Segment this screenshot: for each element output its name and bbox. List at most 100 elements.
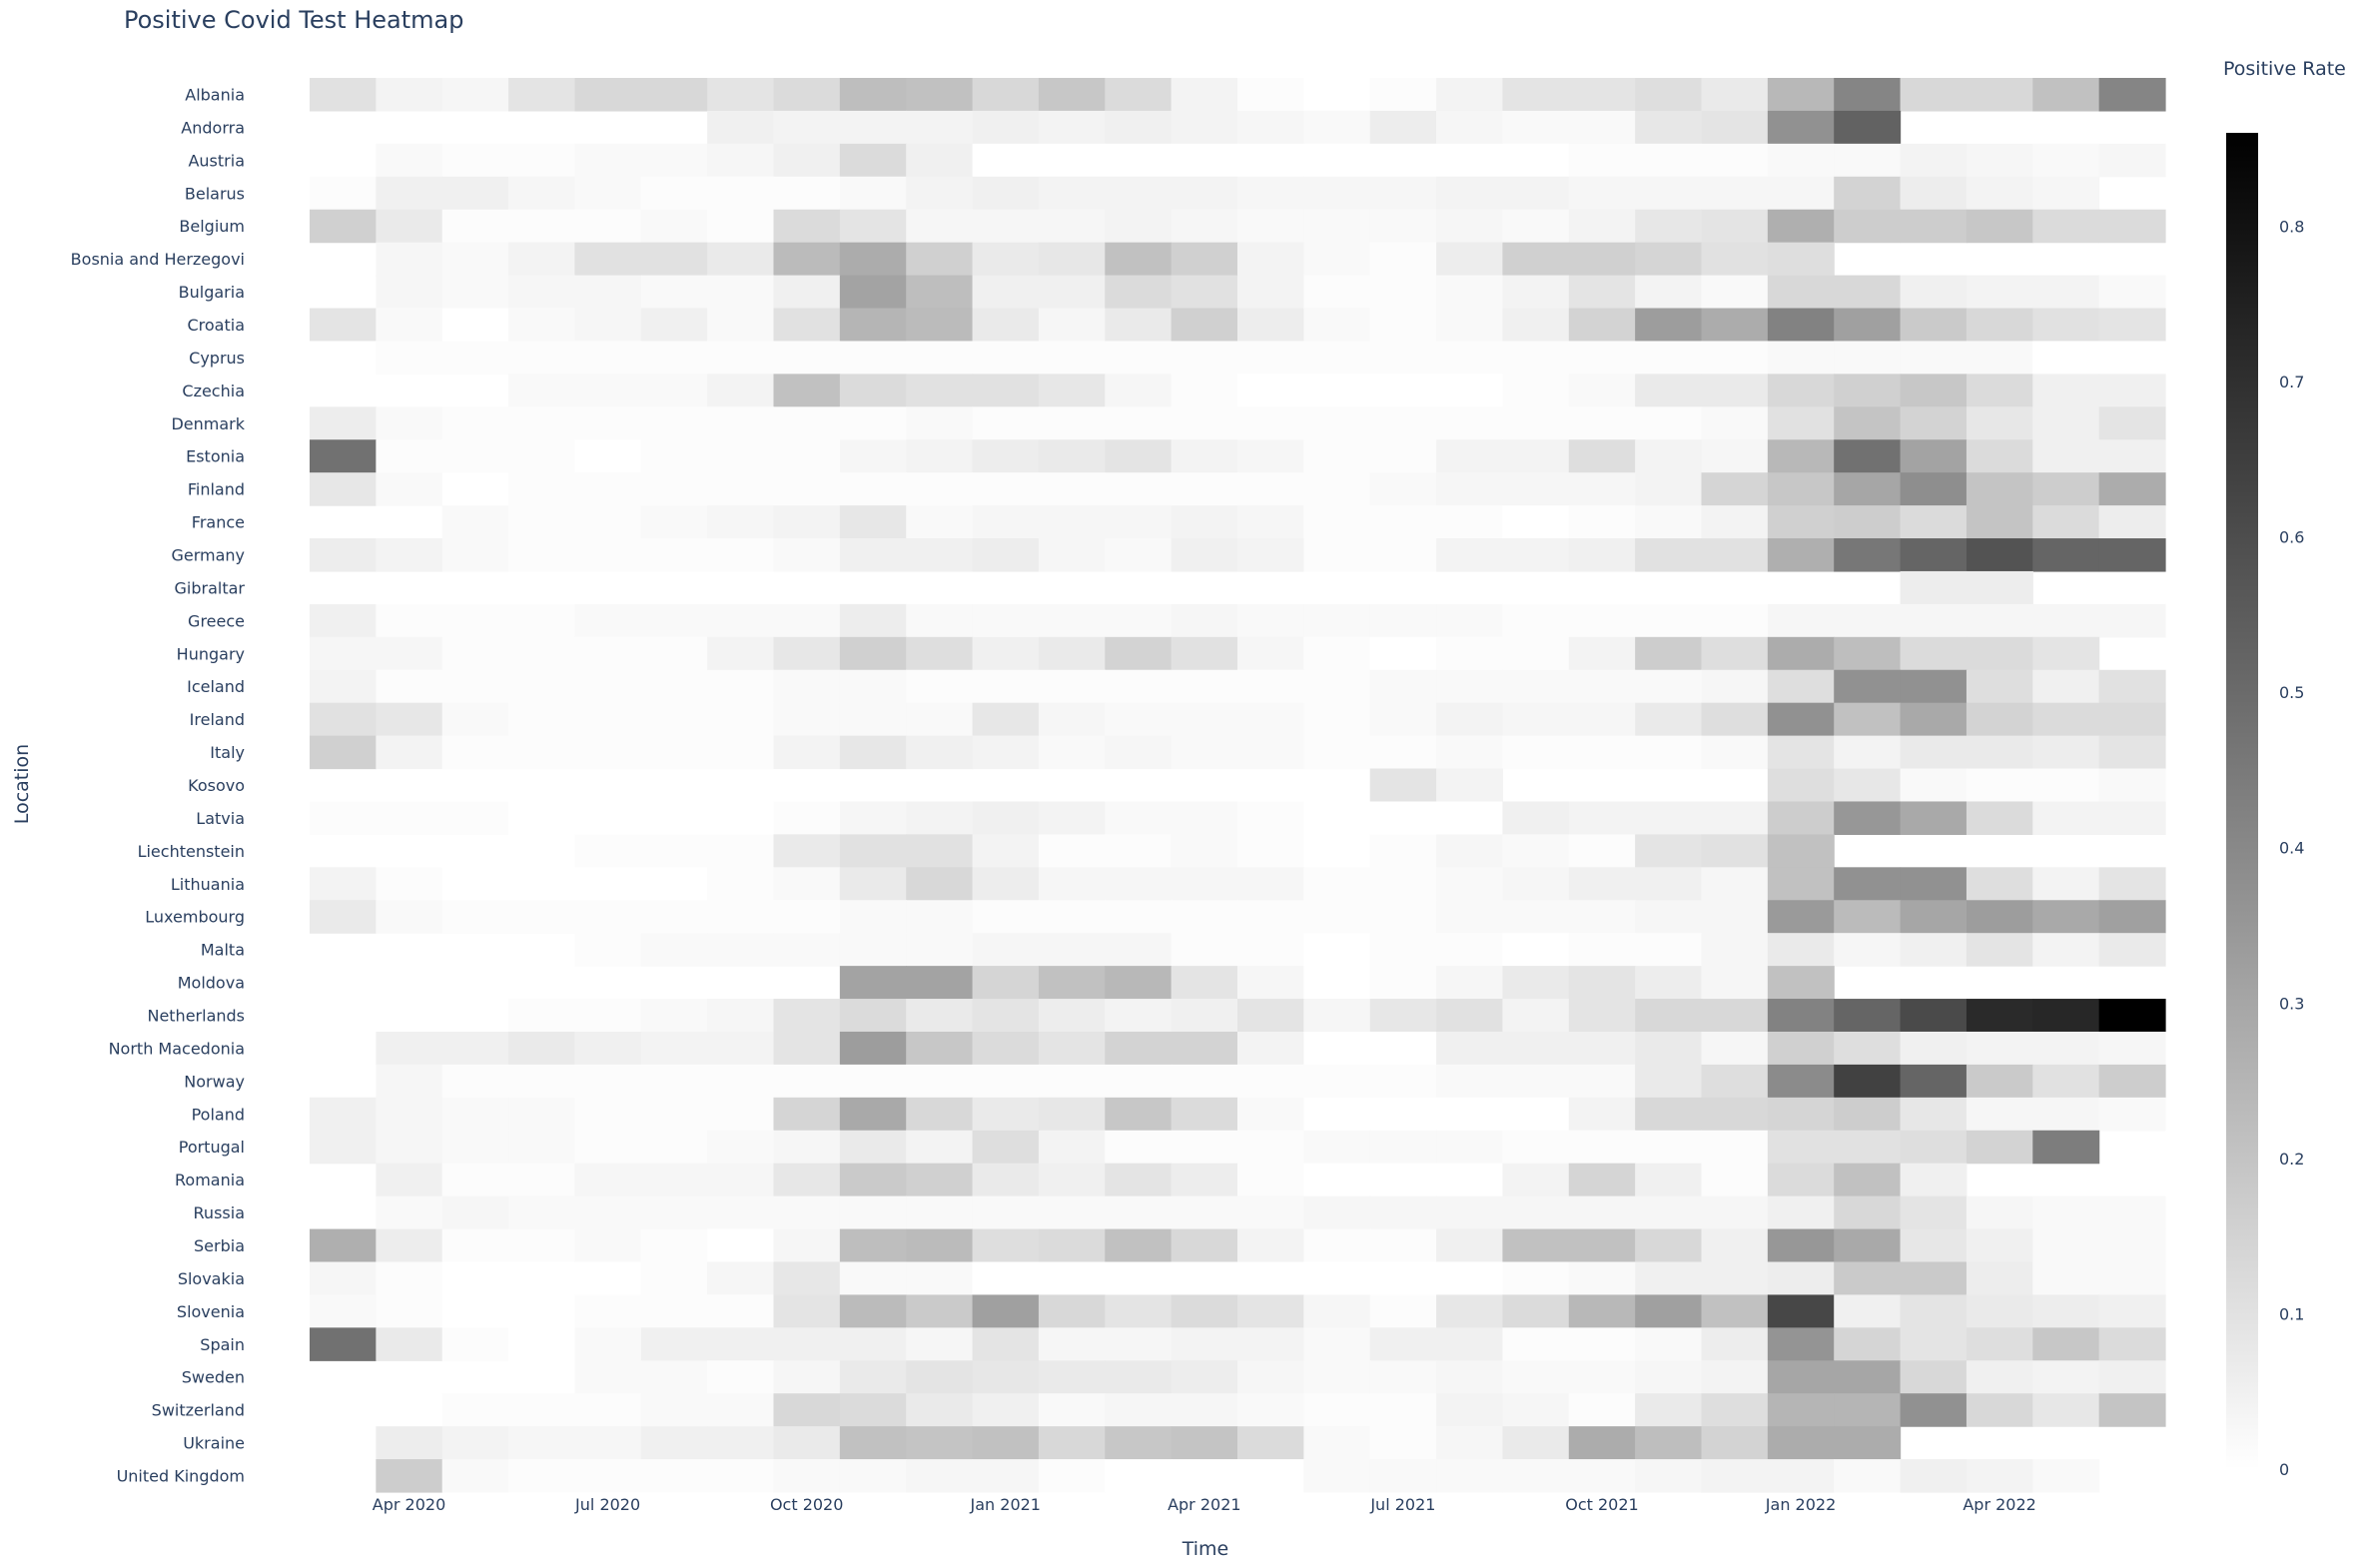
heatmap-cell: [1171, 406, 1238, 440]
heatmap-cell: [310, 867, 377, 901]
heatmap-cell: [707, 1228, 775, 1263]
heatmap-cell: [1900, 702, 1968, 737]
heatmap-cell: [1834, 636, 1902, 671]
heatmap-cell: [1502, 867, 1570, 901]
colorbar-tick-label: 0.8: [2279, 217, 2304, 236]
heatmap-cell: [1834, 1228, 1902, 1263]
heatmap-cell: [707, 1097, 775, 1132]
heatmap-cell: [574, 275, 642, 310]
heatmap-cell: [1568, 669, 1636, 704]
heatmap-cell: [1966, 538, 2033, 572]
heatmap-cell: [508, 176, 576, 211]
heatmap-cell: [906, 900, 974, 934]
heatmap-cell: [441, 505, 509, 539]
heatmap-cell: [773, 78, 841, 112]
heatmap-cell: [508, 78, 576, 112]
heatmap-cell: [1701, 1393, 1769, 1427]
heatmap-cell: [1105, 374, 1173, 407]
heatmap-cell: [1834, 374, 1902, 407]
heatmap-cell: [707, 1195, 775, 1230]
heatmap-cell: [1834, 1426, 1902, 1460]
heatmap-cell: [441, 636, 509, 671]
heatmap-cell: [1369, 472, 1437, 506]
heatmap-cell: [1105, 176, 1173, 211]
heatmap-cell: [707, 1130, 775, 1165]
heatmap-cell: [906, 110, 974, 145]
heatmap-cell: [310, 538, 377, 572]
heatmap-cell: [1237, 1031, 1304, 1066]
heatmap-cell: [1038, 242, 1106, 277]
heatmap-cell: [1966, 1393, 2033, 1427]
heatmap-cell: [1767, 1360, 1835, 1394]
heatmap-cell: [1568, 275, 1636, 310]
heatmap-cell: [1502, 209, 1570, 244]
heatmap-cell: [1635, 1031, 1703, 1066]
heatmap-cell: [1900, 801, 1968, 835]
heatmap-cell: [1701, 1163, 1769, 1197]
heatmap-cell: [707, 867, 775, 901]
heatmap-cell: [1701, 505, 1769, 539]
heatmap-cell: [574, 308, 642, 343]
heatmap-cell: [1105, 110, 1173, 145]
heatmap-cell: [1767, 867, 1835, 901]
heatmap-cell: [773, 1195, 841, 1230]
heatmap-cell: [1436, 1064, 1504, 1099]
y-tick-label: Gibraltar: [175, 578, 246, 597]
heatmap-cell: [972, 1130, 1040, 1165]
heatmap-cell: [1171, 538, 1238, 572]
heatmap-cell: [1038, 900, 1106, 934]
heatmap-cell: [574, 1261, 642, 1296]
heatmap-cell: [1105, 1360, 1173, 1394]
heatmap-cell: [1966, 900, 2033, 934]
heatmap-cell: [2032, 603, 2100, 638]
heatmap-cell: [2098, 1327, 2166, 1361]
heatmap-cell: [1701, 1228, 1769, 1263]
heatmap-cell: [1237, 1327, 1304, 1361]
heatmap-cell: [1834, 1360, 1902, 1394]
heatmap-cell: [1966, 1064, 2033, 1099]
heatmap-cell: [640, 78, 708, 112]
heatmap-cell: [1038, 1261, 1106, 1296]
heatmap-cell: [1237, 669, 1304, 704]
heatmap-cell: [1369, 966, 1437, 1000]
heatmap-cell: [906, 406, 974, 440]
heatmap-cell: [1502, 1228, 1570, 1263]
heatmap-cell: [2032, 1393, 2100, 1427]
heatmap-cell: [1635, 1459, 1703, 1493]
heatmap-cell: [1966, 78, 2033, 112]
heatmap-cell: [1966, 1228, 2033, 1263]
heatmap-cell: [640, 1064, 708, 1099]
heatmap-cell: [1171, 1195, 1238, 1230]
heatmap-cell: [1303, 1163, 1371, 1197]
heatmap-cell: [1502, 1327, 1570, 1361]
heatmap-cell: [972, 1064, 1040, 1099]
heatmap-cell: [1303, 341, 1371, 375]
heatmap-cell: [1038, 702, 1106, 737]
heatmap-cell: [1105, 406, 1173, 440]
heatmap-cell: [1767, 834, 1835, 868]
heatmap-cell: [1502, 1031, 1570, 1066]
heatmap-cell: [707, 1163, 775, 1197]
heatmap-cell: [1436, 176, 1504, 211]
heatmap-cell: [906, 867, 974, 901]
heatmap-cell: [1502, 1195, 1570, 1230]
heatmap-cell: [1237, 209, 1304, 244]
heatmap-cell: [508, 1031, 576, 1066]
heatmap-cell: [1303, 1459, 1371, 1493]
heatmap-cell: [1767, 505, 1835, 539]
heatmap-cell: [640, 834, 708, 868]
y-tick-label: Iceland: [187, 677, 245, 696]
heatmap-cell: [1105, 78, 1173, 112]
y-tick-label: Luxembourg: [145, 908, 245, 927]
heatmap-cell: [508, 1261, 576, 1296]
heatmap-cell: [1635, 900, 1703, 934]
heatmap-cell: [1303, 1228, 1371, 1263]
heatmap-cell: [1369, 603, 1437, 638]
heatmap-cell: [1038, 669, 1106, 704]
heatmap-cell: [2098, 209, 2166, 244]
heatmap-cell: [1767, 1163, 1835, 1197]
heatmap-cell: [1171, 801, 1238, 835]
heatmap-cell: [376, 1228, 443, 1263]
heatmap-cell: [839, 801, 907, 835]
heatmap-cell: [1635, 209, 1703, 244]
